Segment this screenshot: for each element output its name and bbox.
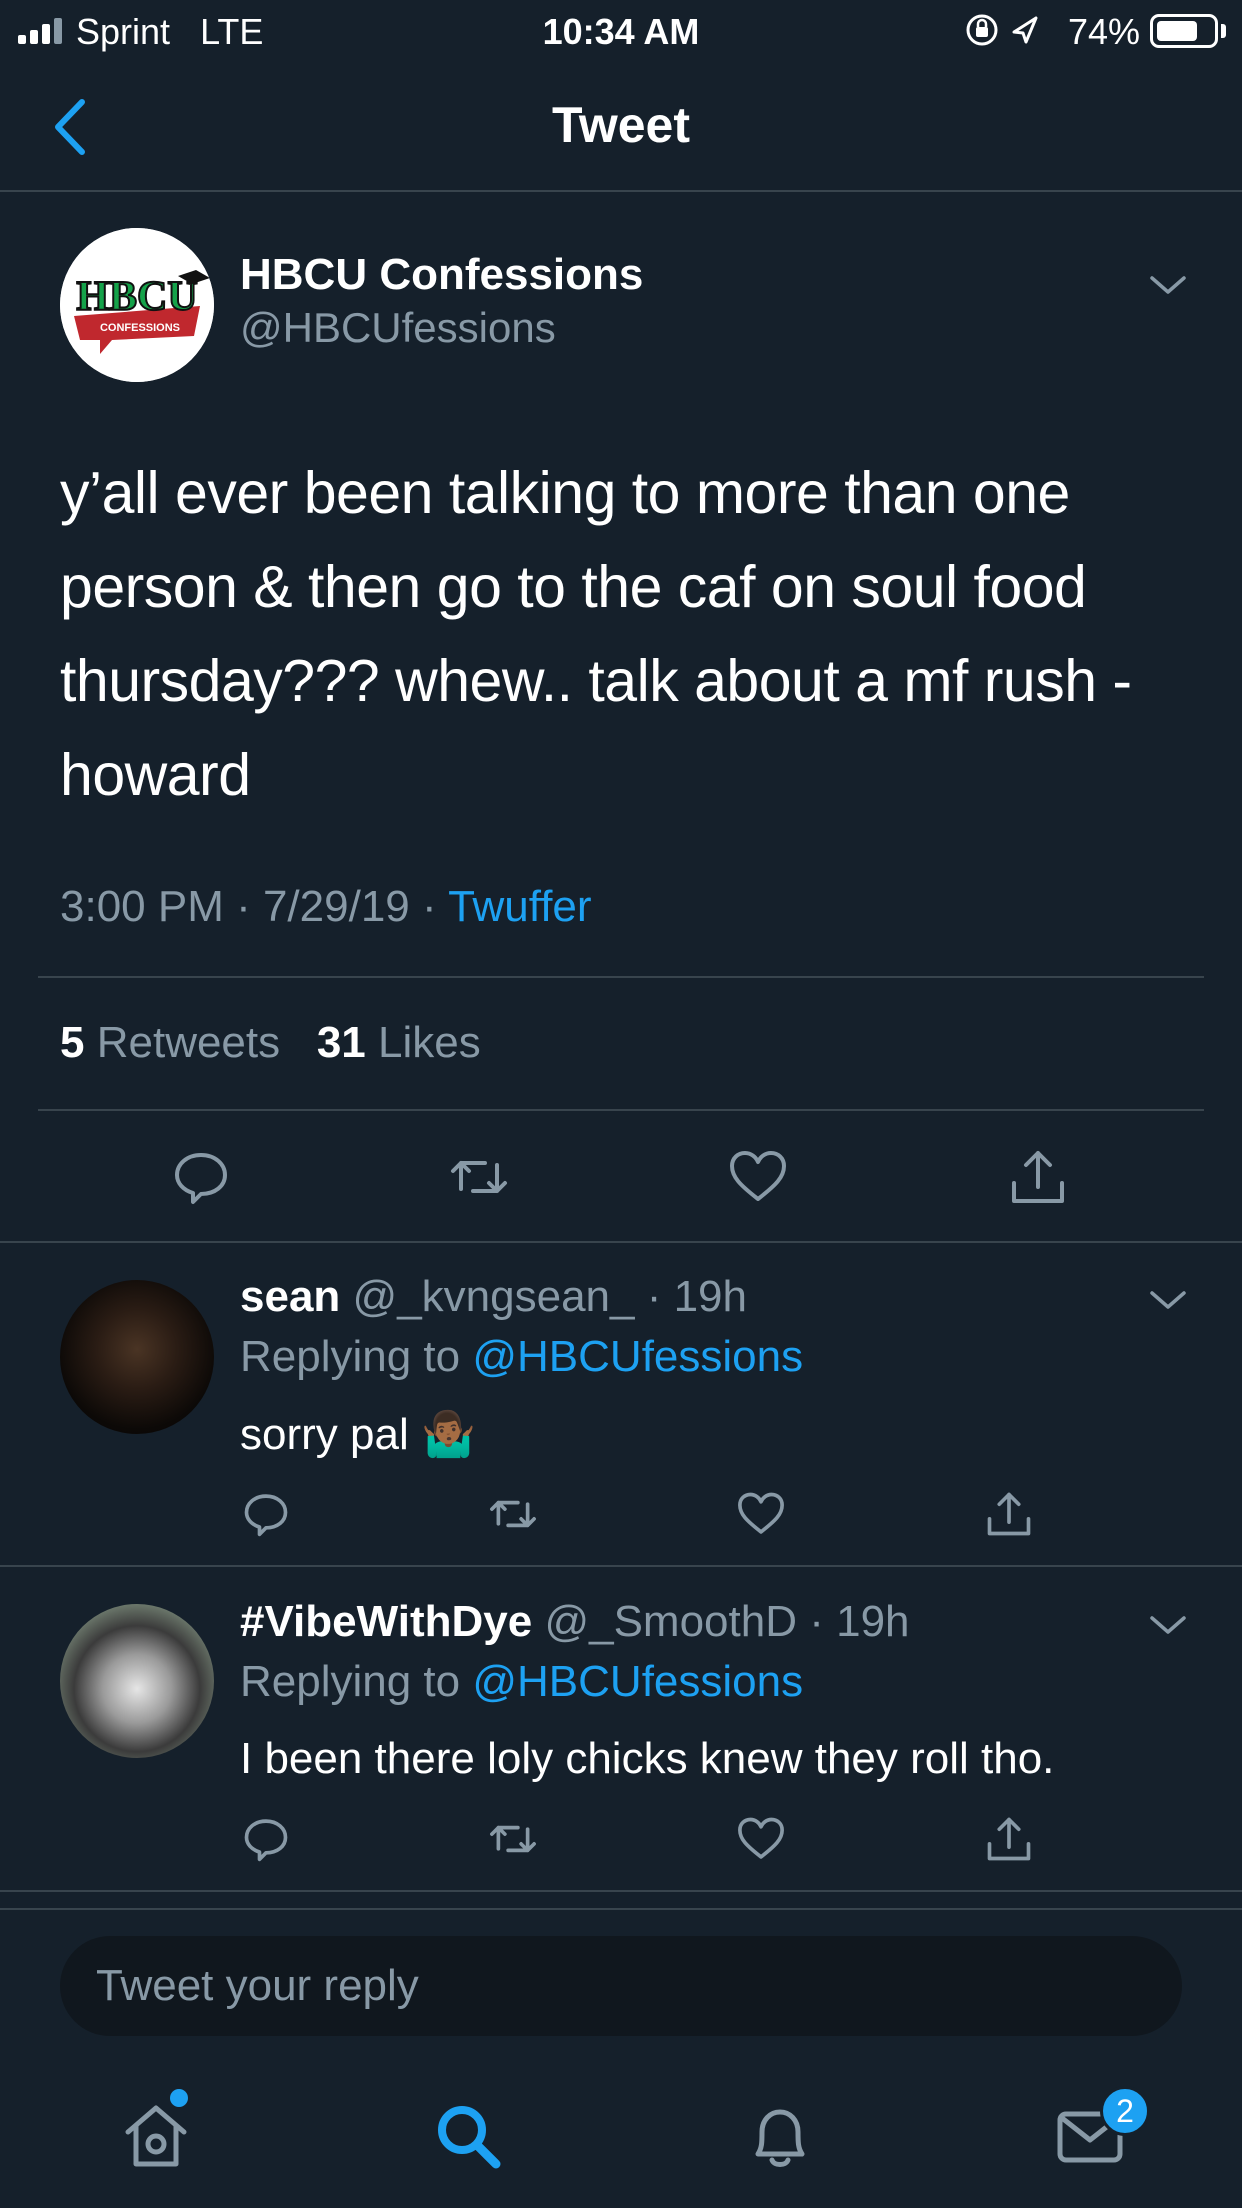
like-heart-icon[interactable] — [735, 1488, 787, 1540]
reply-icon[interactable] — [240, 1488, 292, 1540]
mention-link[interactable]: @HBCUfessions — [472, 1657, 803, 1706]
svg-text:HBCU: HBCU — [76, 274, 197, 320]
author-handle[interactable]: @HBCUfessions — [240, 304, 556, 352]
author-name[interactable]: HBCU Confessions — [240, 250, 643, 300]
tweet-text: y’all ever been talking to more than one… — [60, 460, 1132, 808]
tweet-source-link[interactable]: Twuffer — [448, 882, 591, 931]
share-icon[interactable] — [983, 1488, 1035, 1540]
status-bar: Sprint LTE 10:34 AM 74% — [0, 0, 1242, 62]
reply-icon[interactable] — [169, 1145, 233, 1209]
notifications-bell-icon[interactable] — [742, 2098, 818, 2174]
likes-stat[interactable]: 31 Likes — [317, 1018, 481, 1067]
divider — [38, 1109, 1204, 1111]
mention-link[interactable]: @HBCUfessions — [472, 1332, 803, 1381]
clock: 10:34 AM — [542, 11, 700, 52]
reply-input[interactable] — [96, 1936, 1146, 2036]
search-icon[interactable] — [430, 2098, 506, 2174]
divider — [0, 1890, 1242, 1892]
divider — [0, 1565, 1242, 1567]
chevron-down-icon[interactable] — [1146, 1285, 1190, 1315]
rotation-lock-icon — [966, 14, 1038, 46]
reply-icon[interactable] — [240, 1813, 292, 1865]
page-title: Tweet — [552, 97, 690, 153]
retweet-icon[interactable] — [447, 1145, 511, 1209]
retweet-icon[interactable] — [487, 1813, 539, 1865]
reply-avatar[interactable] — [60, 1280, 214, 1434]
reply-handle-time: @_kvngsean_ · 19h — [340, 1272, 747, 1321]
battery-percent: 74% — [1068, 11, 1141, 52]
reply-author-name[interactable]: sean — [240, 1272, 340, 1321]
tweet-stats: 5 Retweets 31 Likes — [60, 1018, 481, 1068]
share-icon[interactable] — [983, 1813, 1035, 1865]
share-icon[interactable] — [1006, 1145, 1070, 1209]
reply-text: sorry pal 🤷🏾‍♂️ — [240, 1410, 476, 1459]
reply-header: #VibeWithDye @_SmoothD · 19h — [240, 1597, 910, 1647]
reply-author-name[interactable]: #VibeWithDye — [240, 1597, 532, 1646]
tweet-timestamp: 3:00 PM · 7/29/19 · Twuffer — [60, 882, 592, 931]
hbcu-confessions-logo: HBCU CONFESSIONS — [60, 228, 214, 382]
new-content-dot — [170, 2089, 188, 2107]
chevron-down-icon[interactable] — [1146, 1610, 1190, 1640]
divider — [38, 976, 1204, 978]
home-icon[interactable] — [118, 2098, 194, 2174]
retweets-stat[interactable]: 5 Retweets — [60, 1018, 280, 1067]
replying-to: Replying to @HBCUfessions — [240, 1657, 804, 1706]
like-heart-icon[interactable] — [726, 1145, 790, 1209]
reply-handle-time: @_SmoothD · 19h — [532, 1597, 910, 1646]
author-avatar[interactable]: HBCU CONFESSIONS — [60, 228, 214, 382]
like-heart-icon[interactable] — [735, 1813, 787, 1865]
battery-icon — [1150, 14, 1218, 48]
nav-bar: Tweet — [0, 62, 1242, 192]
replying-to: Replying to @HBCUfessions — [240, 1332, 804, 1381]
divider — [0, 1908, 1242, 1910]
divider — [0, 1241, 1242, 1243]
reply-text: I been there loly chicks knew they roll … — [240, 1734, 1055, 1783]
reply-header: sean @_kvngsean_ · 19h — [240, 1272, 747, 1322]
svg-text:CONFESSIONS: CONFESSIONS — [100, 322, 180, 334]
chevron-down-icon[interactable] — [1146, 270, 1190, 300]
reply-avatar[interactable] — [60, 1604, 214, 1758]
retweet-icon[interactable] — [487, 1488, 539, 1540]
messages-badge: 2 — [1100, 2086, 1150, 2136]
reply-composer[interactable] — [60, 1936, 1182, 2036]
